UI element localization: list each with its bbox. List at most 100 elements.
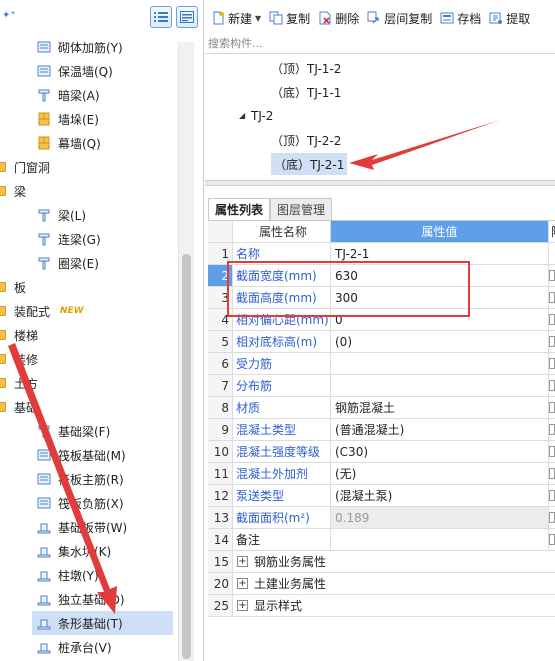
list-view-button[interactable] [150,6,172,28]
property-value[interactable]: (混凝土泵) [331,485,549,506]
component-tree-item[interactable]: （底）TJ-1-1 [271,81,341,103]
left-scrollbar[interactable] [178,42,194,661]
tree-item-label: 砌体加筋(Y) [58,40,123,55]
tree-item[interactable]: 基础板带(W) [32,515,173,539]
property-value[interactable] [331,375,549,396]
tree-category[interactable]: 土方 [0,371,175,395]
property-group[interactable]: + 显示样式 [233,595,549,616]
attach-checkbox[interactable] [549,402,555,413]
property-row[interactable]: 4 相对偏心距(mm) 0 [208,309,555,331]
tree-item[interactable]: 基础梁(F) [32,419,173,443]
property-value[interactable]: (C30) [331,441,549,462]
expand-plus-icon[interactable]: + [237,578,248,589]
tree-item[interactable]: 筏板基础(M) [32,443,173,467]
property-name: 截面高度(mm) [233,287,331,308]
attach-checkbox[interactable] [549,336,555,347]
component-tree-item[interactable]: （顶）TJ-1-2 [271,57,341,79]
tree-item[interactable]: 圈梁(E) [32,251,173,275]
property-group-row[interactable]: 25 + 显示样式 [208,595,555,617]
expand-plus-icon[interactable]: + [237,600,248,611]
tree-item[interactable]: 幕墙(Q) [32,131,173,155]
collapse-toggle-icon[interactable]: ◢ [239,111,245,120]
attach-checkbox[interactable] [549,446,555,457]
delete-button[interactable]: 删除 [318,10,359,27]
tree-item[interactable]: 梁(L) [32,203,173,227]
tree-category[interactable]: 装配式 NEW [0,299,175,323]
tree-category-label: 梁 [14,184,27,199]
property-row[interactable]: 5 相对底标高(m) (0) [208,331,555,353]
property-value[interactable]: (普通混凝土) [331,419,549,440]
component-tree-item[interactable]: TJ-2 [251,105,273,127]
tree-item[interactable]: 柱墩(Y) [32,563,173,587]
panel-view-button[interactable] [176,6,198,28]
tree-item[interactable]: 筏板主筋(R) [32,467,173,491]
property-row[interactable]: 12 泵送类型 (混凝土泵) [208,485,555,507]
component-tree-item[interactable]: （底）TJ-2-1 [271,153,348,175]
tree-item[interactable]: 连梁(G) [32,227,173,251]
attach-checkbox[interactable] [549,512,555,523]
attach-checkbox[interactable] [549,468,555,479]
tree-category[interactable]: 梁 [0,179,175,203]
property-row[interactable]: 3 截面高度(mm) 300 [208,287,555,309]
property-row[interactable]: 14 备注 [208,529,555,551]
save-button[interactable]: 存档 [440,10,481,27]
tree-item[interactable]: 砌体加筋(Y) [32,35,173,59]
tree-item[interactable]: 条形基础(T) [32,611,173,635]
search-input[interactable] [208,34,553,52]
property-row[interactable]: 1 名称 TJ-2-1 [208,243,555,265]
property-row[interactable]: 8 材质 钢筋混凝土 [208,397,555,419]
property-row[interactable]: 11 混凝土外加剂 (无) [208,463,555,485]
attach-checkbox[interactable] [549,380,555,391]
property-group-label: 钢筋业务属性 [254,555,327,569]
attach-checkbox[interactable] [549,358,555,369]
extract-button[interactable]: 提取 [489,10,530,27]
floor-copy-button[interactable]: 层间复制 [367,10,432,27]
tree-category[interactable]: 装修 [0,347,175,371]
tree-category[interactable]: 板 [0,275,175,299]
property-row[interactable]: 13 截面面积(m²) 0.189 [208,507,555,529]
property-value[interactable] [331,529,549,550]
component-tree-item[interactable]: （顶）TJ-2-2 [271,129,341,151]
property-row[interactable]: 9 混凝土类型 (普通混凝土) [208,419,555,441]
left-scrollbar-thumb[interactable] [182,254,191,659]
attach-checkbox[interactable] [549,490,555,501]
attach-checkbox[interactable] [549,534,555,545]
property-row[interactable]: 6 受力筋 [208,353,555,375]
tree-category[interactable]: 基础 [0,395,175,419]
property-group[interactable]: + 钢筋业务属性 [233,551,549,572]
tree-item[interactable]: 暗梁(A) [32,83,173,107]
tree-item[interactable]: 集水坑(K) [32,539,173,563]
attach-checkbox[interactable] [549,292,555,303]
tree-category[interactable]: 楼梯 [0,323,175,347]
tree-category[interactable]: 门窗洞 [0,155,175,179]
property-group-row[interactable]: 15 + 钢筋业务属性 [208,551,555,573]
property-value[interactable]: 300 [331,287,549,308]
property-extra [549,243,555,264]
property-value[interactable]: 630 [331,265,549,286]
attach-checkbox[interactable] [549,314,555,325]
tree-item[interactable]: 独立基础(D) [32,587,173,611]
tree-item[interactable]: 筏板负筋(X) [32,491,173,515]
attach-checkbox[interactable] [549,270,555,281]
new-button[interactable]: 新建 ▼ [211,10,261,27]
property-row[interactable]: 10 混凝土强度等级 (C30) [208,441,555,463]
tree-item[interactable]: 保温墙(Q) [32,59,173,83]
property-value[interactable]: 0 [331,309,549,330]
attach-checkbox[interactable] [549,424,555,435]
tree-item[interactable]: 墙垛(E) [32,107,173,131]
property-value[interactable]: 钢筋混凝土 [331,397,549,418]
property-row[interactable]: 7 分布筋 [208,375,555,397]
property-row[interactable]: 2 截面宽度(mm) 630 [208,265,555,287]
property-value[interactable]: (无) [331,463,549,484]
tab-layers[interactable]: 图层管理 [270,198,333,220]
property-group-row[interactable]: 20 + 土建业务属性 [208,573,555,595]
property-value[interactable] [331,353,549,374]
tree-item[interactable]: 桩承台(V) [32,635,173,659]
panel-splitter[interactable] [205,180,555,186]
property-value[interactable]: TJ-2-1 [331,243,549,264]
tab-properties[interactable]: 属性列表 [208,198,271,220]
property-group[interactable]: + 土建业务属性 [233,573,549,594]
expand-plus-icon[interactable]: + [237,556,248,567]
copy-button[interactable]: 复制 [269,10,310,27]
property-value[interactable]: (0) [331,331,549,352]
